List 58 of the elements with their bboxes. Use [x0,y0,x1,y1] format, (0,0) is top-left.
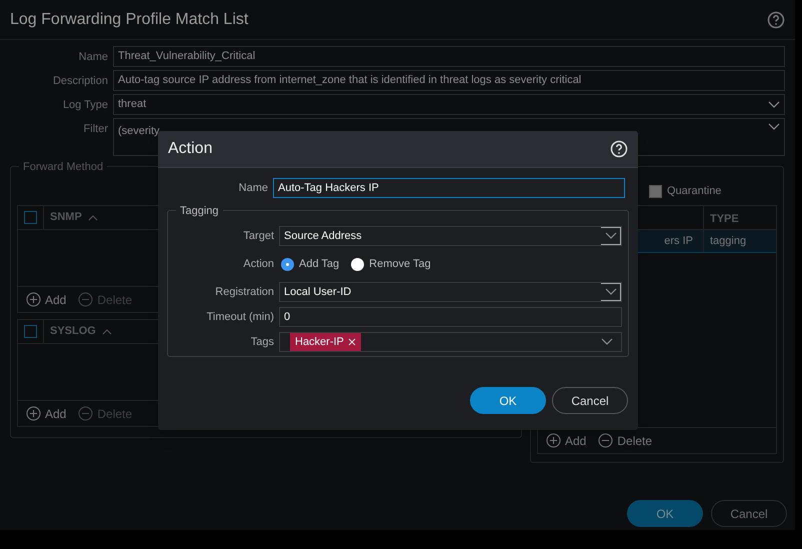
table-cell-text: tagging [709,234,748,249]
field-label: Name [78,50,108,65]
checkbox[interactable] [649,184,662,198]
input-field[interactable]: 0 [279,307,622,327]
field-label: Target [242,228,274,244]
input-field[interactable]: Threat_Vulnerability_Critical [113,46,785,67]
help-icon[interactable] [767,10,785,28]
chevron-down-icon [768,123,780,131]
radio-label: Remove Tag [369,256,431,272]
group-title: Tagging [176,203,223,220]
field-label: Name [238,180,268,196]
tag-chip[interactable]: Hacker-IP [290,333,361,351]
field-label: Action [242,256,274,272]
field-label: Filter [82,122,108,137]
select-field[interactable]: Source Address [279,226,622,246]
ok-button[interactable]: OK [627,500,703,527]
radio-button[interactable] [351,258,364,270]
sort-caret-icon [88,214,98,220]
radio-button[interactable] [281,258,294,270]
checkbox[interactable] [24,325,37,338]
help-icon[interactable] [610,140,628,158]
cancel-button[interactable]: Cancel [552,387,628,414]
add-button[interactable]: Add [26,404,66,422]
minus-circle-icon [78,292,94,307]
ok-button[interactable]: OK [470,387,546,414]
radio-label: Add Tag [299,256,340,272]
sort-caret-icon [102,328,112,334]
window-title: Log Forwarding Profile Match List [10,10,248,30]
checkbox-label: Quarantine [667,184,722,199]
chevron-down-icon [604,288,616,296]
name-field[interactable]: Auto-Tag Hackers IP [273,178,625,198]
minus-circle-icon [78,406,94,421]
checkbox[interactable] [24,211,37,224]
remove-icon[interactable] [348,338,356,346]
field-label: Registration [214,284,274,300]
tags-field[interactable]: Hacker-IP [279,332,622,352]
plus-circle-icon [546,433,561,448]
field-label: Timeout (min) [206,310,274,325]
chevron-down-icon [601,338,613,346]
field-label: Log Type [62,98,108,113]
select-field[interactable]: threat [113,94,785,115]
field-label: Tags [250,334,274,350]
chevron-down-icon [768,100,780,108]
add-button[interactable]: Add [26,290,66,308]
column-header[interactable]: SNMP [50,209,82,226]
add-button[interactable]: Add [546,432,586,450]
dialog-title: Action [168,139,212,159]
input-field[interactable]: Auto-tag source IP address from internet_zone that is identified in threat logs as severity critical [113,70,785,91]
select-field[interactable]: Local User-ID [279,282,622,302]
plus-circle-icon [26,292,41,307]
cancel-button[interactable]: Cancel [711,500,787,527]
field-label: Description [52,74,108,89]
column-header[interactable]: TYPE [704,206,745,229]
column-header[interactable]: SYSLOG [50,323,96,340]
minus-circle-icon [598,433,614,448]
chevron-down-icon [604,232,616,240]
plus-circle-icon [26,406,41,421]
delete-button[interactable]: Delete [598,432,652,450]
